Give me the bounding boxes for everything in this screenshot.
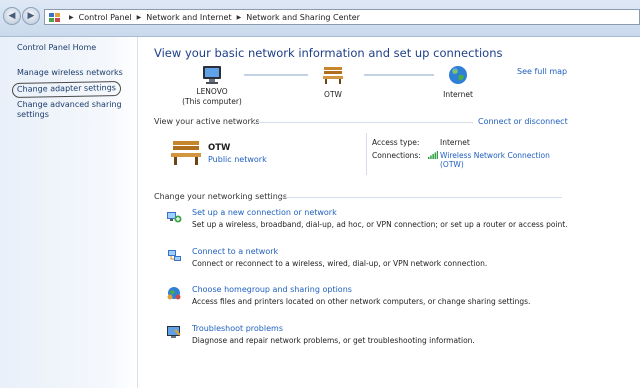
wireless-connection-link[interactable]: Wireless Network Connection (OTW) xyxy=(440,151,550,169)
chevron-right-icon[interactable]: ▶ xyxy=(69,14,74,21)
sidebar-item-control-panel-home[interactable]: Control Panel Home xyxy=(17,43,96,53)
chevron-right-icon[interactable]: ▶ xyxy=(137,14,142,21)
bench-icon[interactable] xyxy=(322,65,344,85)
sidebar-item-manage-wireless[interactable]: Manage wireless networks xyxy=(17,68,123,78)
main-content: View your basic network information and … xyxy=(138,37,640,388)
task-setup-connection: Set up a new connection or network Set u… xyxy=(154,208,634,240)
task-homegroup: Choose homegroup and sharing options Acc… xyxy=(154,285,634,317)
signal-strength-icon xyxy=(428,151,438,159)
connect-or-disconnect-link[interactable]: Connect or disconnect xyxy=(478,117,568,126)
new-connection-icon xyxy=(166,208,182,224)
access-type-value: Internet xyxy=(440,138,470,147)
setup-connection-link[interactable]: Set up a new connection or network xyxy=(192,208,337,217)
address-box[interactable]: ▶ Control Panel ▶ Network and Internet ▶… xyxy=(44,9,640,25)
network-type-link[interactable]: Public network xyxy=(208,155,267,164)
address-bar: ◀ ▶ ▶ Control Panel ▶ Network and Intern… xyxy=(0,0,640,37)
bench-icon xyxy=(170,138,202,166)
networking-settings-title: Change your networking settings xyxy=(154,192,288,201)
vertical-divider xyxy=(366,133,367,175)
connections-label: Connections: xyxy=(372,151,421,160)
breadcrumb-network-sharing-center[interactable]: ▶ Network and Sharing Center xyxy=(232,13,360,22)
breadcrumb-control-panel[interactable]: ▶ Control Panel xyxy=(64,13,132,22)
connect-network-link[interactable]: Connect to a network xyxy=(192,247,278,256)
access-type-label: Access type: xyxy=(372,138,420,147)
globe-icon[interactable] xyxy=(448,65,468,85)
setup-connection-desc: Set up a wireless, broadband, dial-up, a… xyxy=(192,220,568,229)
troubleshoot-desc: Diagnose and repair network problems, or… xyxy=(192,336,475,345)
control-panel-icon xyxy=(49,12,60,22)
node-label-otw: OTW xyxy=(324,90,342,99)
connect-network-icon xyxy=(166,247,182,263)
troubleshoot-link[interactable]: Troubleshoot problems xyxy=(192,324,283,333)
sidebar: Control Panel Home Manage wireless netwo… xyxy=(0,37,138,388)
see-full-map-link[interactable]: See full map xyxy=(517,67,567,76)
homegroup-desc: Access files and printers located on oth… xyxy=(192,297,531,306)
task-connect-network: Connect to a network Connect or reconnec… xyxy=(154,247,634,279)
active-network-name: OTW xyxy=(208,143,231,153)
sidebar-item-change-adapter[interactable]: Change adapter settings xyxy=(11,81,122,98)
computer-icon[interactable] xyxy=(200,65,224,85)
forward-button[interactable]: ▶ xyxy=(22,7,40,25)
homegroup-icon xyxy=(166,285,182,301)
troubleshoot-icon xyxy=(166,324,182,340)
map-connector xyxy=(244,74,308,76)
back-button[interactable]: ◀ xyxy=(3,7,21,25)
chevron-right-icon[interactable]: ▶ xyxy=(237,14,242,21)
page-title: View your basic network information and … xyxy=(154,46,503,60)
section-divider xyxy=(280,197,562,198)
node-label-internet: Internet xyxy=(443,90,473,99)
node-label-lenovo: LENOVO (This computer) xyxy=(182,87,242,106)
sidebar-item-advanced-sharing[interactable]: Change advanced sharing settings xyxy=(17,100,127,120)
map-connector xyxy=(364,74,434,76)
section-divider xyxy=(253,122,473,123)
active-networks-title: View your active networks xyxy=(154,117,260,126)
homegroup-link[interactable]: Choose homegroup and sharing options xyxy=(192,285,352,294)
connect-network-desc: Connect or reconnect to a wireless, wire… xyxy=(192,259,488,268)
breadcrumb-network-and-internet[interactable]: ▶ Network and Internet xyxy=(132,13,232,22)
task-troubleshoot: Troubleshoot problems Diagnose and repai… xyxy=(154,324,634,356)
